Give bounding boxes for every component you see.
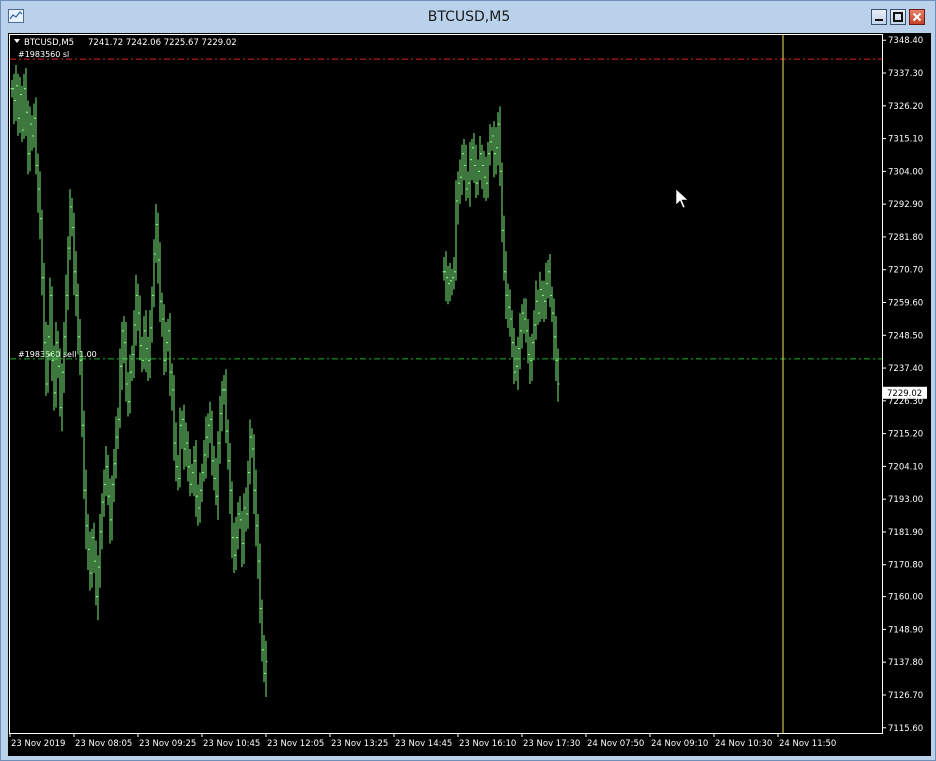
close-icon: [912, 12, 922, 22]
price-tick-label: 7148.90: [888, 625, 923, 635]
time-tick-label: 23 Nov 14:45: [395, 739, 452, 749]
time-tick-label: 24 Nov 07:50: [587, 739, 644, 749]
price-tick-label: 7281.80: [888, 233, 923, 243]
price-tick-label: 7337.30: [888, 69, 923, 79]
maximize-icon: [893, 12, 903, 22]
plot-border: [9, 34, 883, 734]
price-tick-label: 7270.70: [888, 266, 923, 276]
terminal-window: BTCUSD,M5 7348.40 7337.30 7326.20 7315.10 73…: [0, 0, 936, 761]
chart-symbol: BTCUSD,M5: [24, 38, 74, 48]
time-tick-label: 24 Nov 09:10: [651, 739, 708, 749]
time-tick-label: 23 Nov 08:05: [75, 739, 132, 749]
price-tick-label: 7215.20: [888, 430, 923, 440]
time-tick-label: 23 Nov 16:10: [459, 739, 516, 749]
maximize-button[interactable]: [890, 9, 906, 25]
price-tick-label: 7326.20: [888, 102, 923, 112]
time-tick-label: 24 Nov 10:30: [715, 739, 772, 749]
chart-ohlc: 7241.72 7242.06 7225.67 7229.02: [88, 38, 237, 48]
title-bar[interactable]: BTCUSD,M5: [1, 1, 936, 33]
time-tick-label: 23 Nov 17:30: [523, 739, 580, 749]
time-tick-label: 23 Nov 2019: [11, 739, 65, 749]
open-order-label: #1983560 sell 1.00: [18, 350, 97, 359]
price-chart[interactable]: 7348.40 7337.30 7326.20 7315.10 7304.00 7292.…: [8, 33, 931, 756]
price-tick-label: 7237.40: [888, 364, 923, 374]
price-tick-label: 7348.40: [888, 36, 923, 46]
close-button[interactable]: [909, 9, 925, 25]
price-tick-label: 7248.50: [888, 331, 923, 341]
price-tick-label: 7259.60: [888, 298, 923, 308]
price-tick-label: 7292.90: [888, 200, 923, 210]
time-tick-label: 23 Nov 09:25: [139, 739, 196, 749]
stop-loss-label: #1983560 sl: [18, 50, 69, 59]
price-tick-label: 7160.00: [888, 593, 923, 603]
time-tick-label: 24 Nov 11:50: [779, 739, 836, 749]
time-axis[interactable]: 23 Nov 2019 23 Nov 08:05 23 Nov 09:25 23 No…: [9, 733, 836, 749]
chart-menu-arrow-icon[interactable]: [14, 39, 20, 43]
price-tick-label: 7181.90: [888, 528, 923, 538]
mouse-cursor-icon: [675, 188, 689, 209]
price-tick-label: 7204.10: [888, 462, 923, 472]
price-tick-label: 7126.70: [888, 691, 923, 701]
time-tick-label: 23 Nov 10:45: [203, 739, 260, 749]
minimize-button[interactable]: [871, 9, 887, 25]
time-tick-label: 23 Nov 12:05: [267, 739, 324, 749]
price-bars: [10, 65, 560, 698]
price-tick-label: 7170.80: [888, 561, 923, 571]
current-price-label: 7229.02: [887, 389, 922, 399]
window-title: BTCUSD,M5: [427, 9, 511, 25]
price-tick-label: 7304.00: [888, 167, 923, 177]
price-tick-label: 7193.00: [888, 495, 923, 505]
time-tick-label: 23 Nov 13:25: [331, 739, 388, 749]
price-tick-label: 7115.60: [888, 724, 923, 734]
order-lines: #1983560 sl #1983560 sell 1.00: [10, 50, 882, 360]
price-axis[interactable]: 7348.40 7337.30 7326.20 7315.10 7304.00 7292.…: [882, 36, 923, 734]
price-tick-label: 7315.10: [888, 135, 923, 145]
chart-area[interactable]: 7348.40 7337.30 7326.20 7315.10 7304.00 7292.…: [8, 33, 931, 756]
chart-header: BTCUSD,M5 7241.72 7242.06 7225.67 7229.0…: [14, 38, 237, 48]
minimize-icon: [875, 19, 883, 21]
price-tick-label: 7137.80: [888, 658, 923, 668]
